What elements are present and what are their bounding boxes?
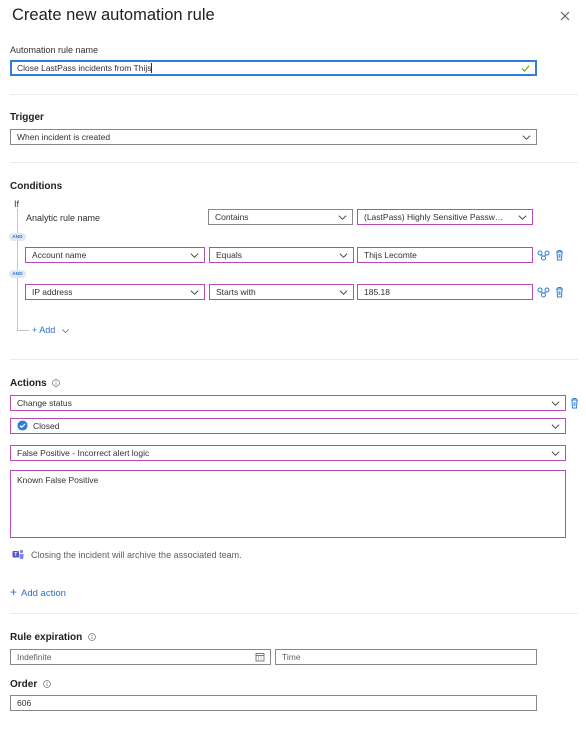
comment-textarea[interactable]: Known False Positive [10,470,566,538]
chevron-down-icon [190,253,199,258]
actions-heading: Actions [10,378,61,389]
condition-operator-dropdown[interactable]: Starts with [209,284,354,300]
condition-value: 185.18 [364,287,390,297]
chevron-down-icon [522,135,531,140]
condition-operator-dropdown[interactable]: Equals [209,247,354,263]
condition-operator: Equals [216,250,242,260]
trigger-heading: Trigger [10,112,44,123]
actions-heading-text: Actions [10,378,47,389]
add-action-label: Add action [21,588,66,599]
add-condition-button[interactable]: + Add [32,325,70,335]
condition-property-dropdown[interactable]: IP address [25,284,205,300]
divider [10,613,578,614]
condition-value-input[interactable]: 185.18 [357,284,533,300]
text-cursor [151,63,153,73]
info-icon[interactable] [88,633,96,642]
order-heading-text: Order [10,679,38,690]
order-heading: Order [10,679,51,690]
trigger-value: When incident is created [17,132,111,142]
delete-icon[interactable] [554,286,565,298]
chevron-down-icon [551,451,560,456]
status-value: Closed [33,421,60,431]
chevron-down-icon [339,253,348,258]
expiration-date-placeholder: Indefinite [17,652,52,662]
comment-value: Known False Positive [17,475,99,485]
classification-value: False Positive - Incorrect alert logic [17,448,150,458]
analytic-rule-label: Analytic rule name [26,213,101,223]
add-action-button[interactable]: + Add action [10,585,66,599]
teams-icon: T [12,549,24,559]
info-icon[interactable] [43,680,51,689]
expiration-time-placeholder: Time [282,652,301,662]
analytic-rule-operator: Contains [215,212,249,222]
action-type-dropdown[interactable]: Change status [10,395,566,411]
group-conditions-icon[interactable] [537,249,550,261]
condition-property-dropdown[interactable]: Account name [25,247,205,263]
chevron-down-icon [551,424,560,429]
divider [10,94,578,95]
delete-icon[interactable] [554,249,565,261]
analytic-rule-value-dropdown[interactable]: (LastPass) Highly Sensitive Passwor... [357,209,533,225]
expiration-time-input[interactable]: Time [275,649,537,665]
check-circle-icon [17,420,28,431]
plus-icon: + [10,585,18,599]
divider [10,162,578,163]
svg-text:T: T [14,552,17,558]
rule-expiration-heading: Rule expiration [10,632,96,643]
order-value: 606 [17,698,32,708]
order-input[interactable]: 606 [10,695,537,711]
rule-name-value: Close LastPass incidents from Thijs [17,63,152,73]
add-condition-label: + Add [32,325,56,335]
chevron-down-icon [339,290,348,295]
checkmark-icon [521,65,530,72]
rule-name-label: Automation rule name [10,45,99,55]
and-badge: AND [9,233,26,241]
chevron-down-icon [551,401,560,406]
teams-note: Closing the incident will archive the as… [31,550,242,560]
classification-dropdown[interactable]: False Positive - Incorrect alert logic [10,445,566,461]
trigger-dropdown[interactable]: When incident is created [10,129,537,145]
calendar-icon[interactable] [255,652,265,662]
analytic-rule-value: (LastPass) Highly Sensitive Passwor... [364,212,508,222]
condition-operator: Starts with [216,287,256,297]
chevron-down-icon [61,328,69,333]
divider [10,359,578,360]
rule-name-input[interactable]: Close LastPass incidents from Thijs [10,60,537,76]
and-badge: AND [9,270,26,278]
condition-value: Thijs Lecomte [364,250,417,260]
delete-icon[interactable] [569,397,580,409]
condition-property: Account name [32,250,87,260]
info-icon[interactable] [52,379,61,388]
conditions-heading: Conditions [10,181,63,192]
if-label: If [14,199,20,209]
chevron-down-icon [338,215,347,220]
panel-title: Create new automation rule [12,6,215,24]
expiration-date-picker[interactable]: Indefinite [10,649,271,665]
condition-tree-branch [17,330,29,331]
condition-value-input[interactable]: Thijs Lecomte [357,247,533,263]
condition-property: IP address [32,287,73,297]
analytic-rule-operator-dropdown[interactable]: Contains [208,209,353,225]
chevron-down-icon [190,290,199,295]
group-conditions-icon[interactable] [537,286,550,298]
chevron-down-icon [518,215,527,220]
close-icon[interactable] [558,9,572,23]
status-dropdown[interactable]: Closed [10,418,566,434]
action-type-value: Change status [17,398,72,408]
rule-expiration-heading-text: Rule expiration [10,632,83,643]
